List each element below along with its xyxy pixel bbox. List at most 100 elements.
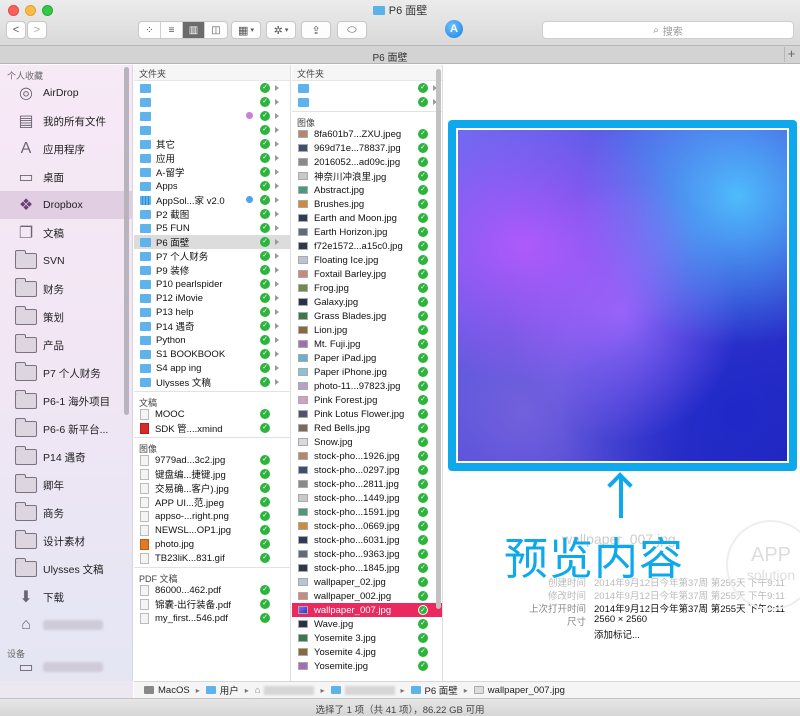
image-row[interactable]: Grass Blades.jpg ✓: [292, 309, 442, 323]
image-row[interactable]: 键盘编...捷键.jpg ✓: [134, 467, 290, 481]
coverflow-view-button[interactable]: ◫: [205, 22, 227, 38]
app-store-icon[interactable]: A: [445, 20, 463, 38]
image-row[interactable]: 2016052...ad09c.jpg ✓: [292, 155, 442, 169]
path-item-file[interactable]: wallpaper_007.jpg: [473, 685, 565, 696]
path-item-users[interactable]: 用户: [205, 683, 239, 697]
image-row[interactable]: Earth and Moon.jpg ✓: [292, 211, 442, 225]
image-row[interactable]: 9779ad...3c2.jpg ✓: [134, 453, 290, 467]
folder-row[interactable]: P6 面壁 ✓: [134, 235, 290, 249]
image-row[interactable]: stock-pho...1449.jpg ✓: [292, 491, 442, 505]
image-row[interactable]: Earth Horizon.jpg ✓: [292, 225, 442, 239]
document-row[interactable]: MOOC ✓: [134, 407, 290, 421]
folder-row[interactable]: Apps ✓: [134, 179, 290, 193]
image-row[interactable]: stock-pho...1845.jpg ✓: [292, 561, 442, 575]
folder-row[interactable]: P13 help ✓: [134, 305, 290, 319]
image-row[interactable]: 8fa601b7...ZXU.jpeg ✓: [292, 127, 442, 141]
sidebar-item[interactable]: 商务: [0, 499, 132, 527]
image-row[interactable]: stock-pho...2811.jpg ✓: [292, 477, 442, 491]
image-row[interactable]: Galaxy.jpg ✓: [292, 295, 442, 309]
image-row[interactable]: Abstract.jpg ✓: [292, 183, 442, 197]
tab-current[interactable]: P6 面壁: [0, 49, 780, 64]
sidebar-item[interactable]: Ulysses 文稿: [0, 555, 132, 583]
image-row[interactable]: f72e1572...a15c0.jpg ✓: [292, 239, 442, 253]
sidebar-item[interactable]: A 应用程序: [0, 135, 132, 163]
folder-row[interactable]: A-留学 ✓: [134, 165, 290, 179]
pdf-row[interactable]: 锦囊-出行装备.pdf ✓: [134, 597, 290, 611]
image-row[interactable]: 神奈川冲浪里.jpg ✓: [292, 169, 442, 183]
icon-view-button[interactable]: ⁘: [139, 22, 161, 38]
sidebar-item[interactable]: 设计素材: [0, 527, 132, 555]
folder-row[interactable]: P10 pearlspider ✓: [134, 277, 290, 291]
image-row[interactable]: stock-pho...1926.jpg ✓: [292, 449, 442, 463]
sidebar-item[interactable]: 策划: [0, 303, 132, 331]
sidebar-item[interactable]: ❐ 文稿: [0, 219, 132, 247]
new-tab-button[interactable]: +: [784, 47, 798, 62]
image-row[interactable]: photo-11...97823.jpg ✓: [292, 379, 442, 393]
folder-row[interactable]: Python ✓: [134, 333, 290, 347]
image-row[interactable]: Yosemite.jpg ✓: [292, 659, 442, 673]
sidebar-item[interactable]: ▤ 我的所有文件: [0, 107, 132, 135]
folder-row[interactable]: 其它 ✓: [134, 137, 290, 151]
image-row[interactable]: Brushes.jpg ✓: [292, 197, 442, 211]
sidebar-item[interactable]: 卿年: [0, 471, 132, 499]
pdf-row[interactable]: my_first...546.pdf ✓: [134, 611, 290, 625]
sidebar-item[interactable]: ⬇ 下载: [0, 583, 132, 611]
folder-row[interactable]: ✓: [292, 81, 442, 95]
forward-button[interactable]: >: [27, 21, 47, 39]
sidebar-item[interactable]: ◎ AirDrop: [0, 79, 132, 107]
sidebar-item[interactable]: ⌂: [0, 611, 132, 639]
image-row[interactable]: Mt. Fuji.jpg ✓: [292, 337, 442, 351]
path-item-dropbox[interactable]: [330, 685, 395, 695]
folder-row[interactable]: P5 FUN ✓: [134, 221, 290, 235]
folder-row[interactable]: 应用 ✓: [134, 151, 290, 165]
folder-row[interactable]: AppSol...家 v2.0 ✓: [134, 193, 290, 207]
action-menu-button[interactable]: ✲ ▾: [266, 21, 296, 39]
image-row[interactable]: Red Bells.jpg ✓: [292, 421, 442, 435]
column2-scrollbar[interactable]: [436, 69, 441, 609]
folder-row[interactable]: P14 遇奇 ✓: [134, 319, 290, 333]
image-row[interactable]: Lion.jpg ✓: [292, 323, 442, 337]
sidebar-item[interactable]: ❖ Dropbox: [0, 191, 132, 219]
image-row[interactable]: photo.jpg ✓: [134, 537, 290, 551]
share-button[interactable]: ⇪: [301, 21, 331, 39]
image-row[interactable]: wallpaper_002.jpg ✓: [292, 589, 442, 603]
search-field[interactable]: ⌕ 搜索: [542, 21, 794, 39]
sidebar-item[interactable]: 产品: [0, 331, 132, 359]
image-row[interactable]: stock-pho...0297.jpg ✓: [292, 463, 442, 477]
folder-row[interactable]: ✓: [134, 109, 290, 123]
add-tags-link[interactable]: 添加标记...: [594, 627, 794, 641]
image-row[interactable]: wallpaper_007.jpg ✓: [292, 603, 442, 617]
pdf-row[interactable]: 86000...462.pdf ✓: [134, 583, 290, 597]
image-row[interactable]: Floating Ice.jpg ✓: [292, 253, 442, 267]
image-row[interactable]: APP UI...范.jpeg ✓: [134, 495, 290, 509]
folder-row[interactable]: P12 iMovie ✓: [134, 291, 290, 305]
list-view-button[interactable]: ≡: [161, 22, 183, 38]
folder-row[interactable]: ✓: [134, 123, 290, 137]
image-row[interactable]: Yosemite 4.jpg ✓: [292, 645, 442, 659]
path-item-p6[interactable]: P6 面壁: [410, 683, 458, 697]
folder-row[interactable]: S4 app ing ✓: [134, 361, 290, 375]
image-row[interactable]: Paper iPhone.jpg ✓: [292, 365, 442, 379]
image-row[interactable]: Yosemite 3.jpg ✓: [292, 631, 442, 645]
image-row[interactable]: stock-pho...9363.jpg ✓: [292, 547, 442, 561]
image-row[interactable]: 交易确...客户).jpg ✓: [134, 481, 290, 495]
folder-row[interactable]: P2 截图 ✓: [134, 207, 290, 221]
folder-row[interactable]: S1 BOOKBOOK ✓: [134, 347, 290, 361]
sidebar-item[interactable]: P6-6 新平台...: [0, 415, 132, 443]
image-row[interactable]: TB23liK...831.gif ✓: [134, 551, 290, 565]
image-row[interactable]: 969d71e...78837.jpg ✓: [292, 141, 442, 155]
back-button[interactable]: <: [6, 21, 26, 39]
image-row[interactable]: NEWSL...OP1.jpg ✓: [134, 523, 290, 537]
sidebar-scrollbar[interactable]: [124, 67, 129, 415]
tags-button[interactable]: ⬭: [337, 21, 367, 39]
image-row[interactable]: Snow.jpg ✓: [292, 435, 442, 449]
column-view-button[interactable]: ▥: [183, 22, 205, 38]
image-row[interactable]: Frog.jpg ✓: [292, 281, 442, 295]
sidebar-item[interactable]: ▭ 桌面: [0, 163, 132, 191]
folder-row[interactable]: P9 装修 ✓: [134, 263, 290, 277]
folder-row[interactable]: ✓: [292, 95, 442, 109]
document-row[interactable]: SDK 管....xmind ✓: [134, 421, 290, 435]
folder-row[interactable]: ✓: [134, 81, 290, 95]
image-row[interactable]: Wave.jpg ✓: [292, 617, 442, 631]
folder-row[interactable]: Ulysses 文稿 ✓: [134, 375, 290, 389]
